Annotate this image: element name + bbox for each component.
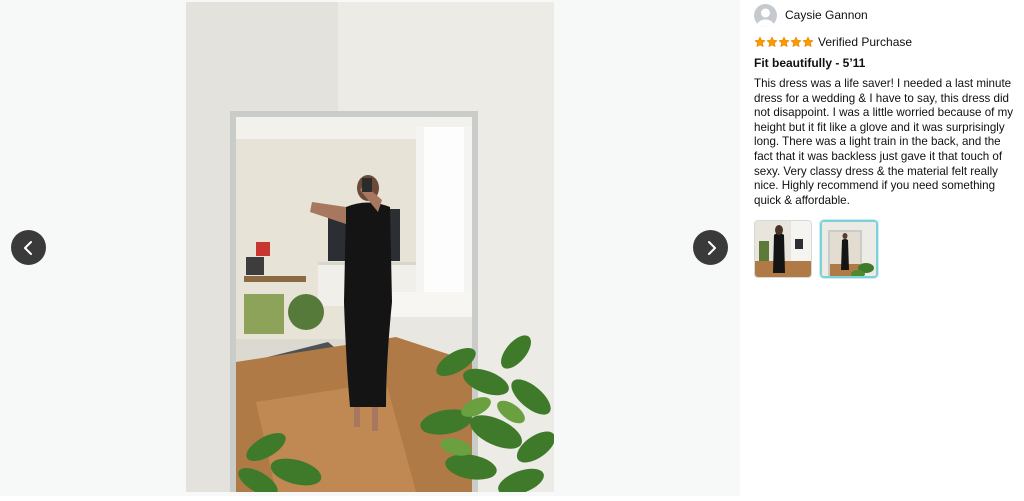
verified-purchase-badge: Verified Purchase [818, 35, 913, 49]
chevron-right-icon [707, 240, 716, 255]
review-photo [186, 2, 554, 492]
previous-image-button[interactable] [11, 230, 46, 265]
next-image-button[interactable] [693, 230, 728, 265]
image-gallery [0, 0, 740, 496]
star-icon [790, 36, 802, 48]
thumbnail-front-view[interactable] [820, 220, 878, 279]
thumbnail-back-view[interactable] [754, 220, 812, 279]
star-icon [778, 36, 790, 48]
review-panel: Caysie Gannon Verified Purchase Fit beau… [754, 0, 1016, 279]
user-avatar-icon [754, 3, 777, 27]
review-body: This dress was a life saver! I needed a … [754, 77, 1014, 207]
star-icon [754, 36, 766, 48]
star-rating [754, 36, 814, 48]
rating-row: Verified Purchase [754, 34, 1016, 50]
reviewer-name[interactable]: Caysie Gannon [785, 8, 868, 22]
star-icon [766, 36, 778, 48]
chevron-left-icon [23, 240, 32, 255]
thumbnail-strip [754, 220, 1016, 279]
review-title: Fit beautifully - 5’11 [754, 56, 866, 70]
star-icon [802, 36, 814, 48]
reviewer-profile[interactable]: Caysie Gannon [754, 1, 1016, 29]
